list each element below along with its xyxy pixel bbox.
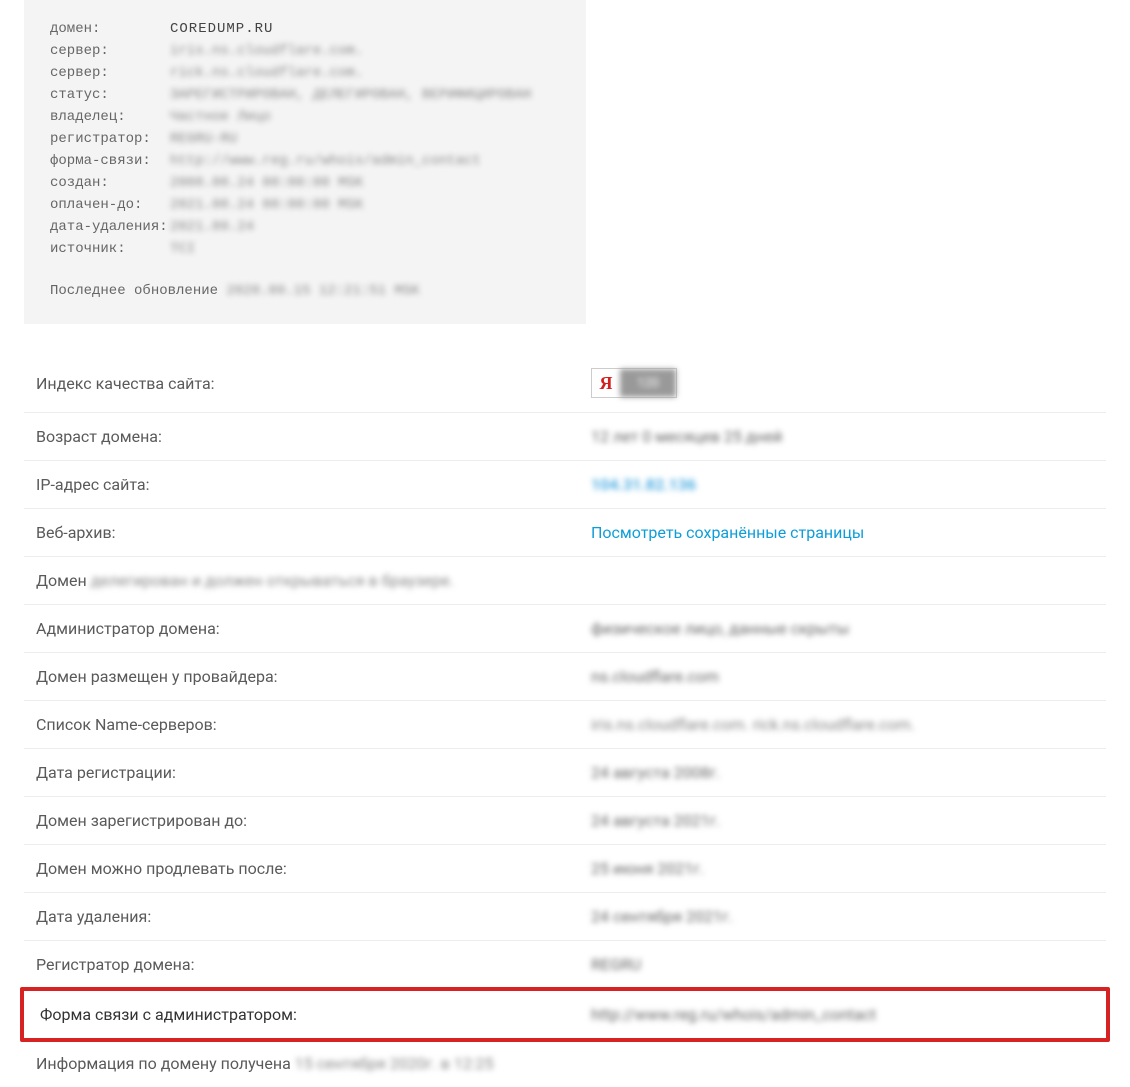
- label-ns: Список Name-серверов:: [36, 715, 591, 734]
- whois-row-status: статус: ЗАРЕГИСТРИРОВАН, ДЕЛЕГИРОВАН, ВЕ…: [50, 84, 560, 106]
- value-ns: iris.ns.cloudflare.com. rick.ns.cloudfla…: [591, 715, 1094, 734]
- whois-footer: Последнее обновление 2020.09.15 12:21:51…: [50, 280, 560, 302]
- row-provider: Домен размещен у провайдера: ns.cloudfla…: [24, 653, 1106, 701]
- whois-value: iris.ns.cloudflare.com.: [170, 40, 363, 62]
- domain-info-table: Индекс качества сайта: Я 120 Возраст дом…: [24, 354, 1106, 1087]
- row-archive: Веб-архив: Посмотреть сохранённые страни…: [24, 509, 1106, 557]
- whois-label: дата-удаления:: [50, 216, 170, 238]
- archive-link[interactable]: Посмотреть сохранённые страницы: [591, 523, 864, 542]
- yandex-quality-number: 120: [620, 369, 676, 397]
- row-ns: Список Name-серверов: iris.ns.cloudflare…: [24, 701, 1106, 749]
- whois-label: оплачен-до:: [50, 194, 170, 216]
- domain-status-value: делегирован и должен открываться в брауз…: [91, 571, 454, 590]
- row-domain-status: Домен делегирован и должен открываться в…: [24, 557, 1106, 605]
- value-reguntil: 24 августа 2021г.: [591, 811, 1094, 830]
- row-admin: Администратор домена: физическое лицо, д…: [24, 605, 1106, 653]
- whois-value: 2008.08.24 00:00:00 MSK: [170, 172, 363, 194]
- ns-value-2: rick.ns.cloudflare.com.: [753, 715, 915, 734]
- row-registrar: Регистратор домена: REGRU: [24, 941, 1106, 989]
- value-age: 12 лет 0 месяцев 25 дней: [591, 427, 1094, 446]
- row-ip: IP-адрес сайта: 104.31.82.136: [24, 461, 1106, 509]
- value-archive: Посмотреть сохранённые страницы: [591, 523, 1094, 542]
- label-deldate: Дата удаления:: [36, 907, 591, 926]
- whois-label: источник:: [50, 238, 170, 260]
- whois-value: ЗАРЕГИСТРИРОВАН, ДЕЛЕГИРОВАН, ВЕРИФИЦИРО…: [170, 84, 531, 106]
- value-deldate: 24 сентября 2021г.: [591, 907, 1094, 926]
- whois-label: сервер:: [50, 40, 170, 62]
- row-renew: Домен можно продлевать после: 25 июня 20…: [24, 845, 1106, 893]
- row-age: Возраст домена: 12 лет 0 месяцев 25 дней: [24, 413, 1106, 461]
- whois-row-created: создан: 2008.08.24 00:00:00 MSK: [50, 172, 560, 194]
- whois-footer-prefix: Последнее обновление: [50, 283, 226, 299]
- label-obtained: Информация по домену получена 15 сентябр…: [36, 1054, 1094, 1073]
- whois-row-delete: дата-удаления: 2021.09.24: [50, 216, 560, 238]
- label-regdate: Дата регистрации:: [36, 763, 591, 782]
- whois-value-domain: COREDUMP.RU: [170, 18, 273, 40]
- value-registrar: REGRU: [591, 955, 1094, 974]
- row-reguntil: Домен зарегистрирован до: 24 августа 202…: [24, 797, 1106, 845]
- row-contact-form-highlighted: Форма связи с администратором: http://ww…: [20, 987, 1110, 1042]
- row-deldate: Дата удаления: 24 сентября 2021г.: [24, 893, 1106, 941]
- whois-value: 2021.09.24: [170, 216, 254, 238]
- label-provider: Домен размещен у провайдера:: [36, 667, 591, 686]
- ns-value-1: iris.ns.cloudflare.com.: [591, 715, 749, 734]
- domain-status-prefix: Домен: [36, 571, 91, 590]
- whois-label: владелец:: [50, 106, 170, 128]
- whois-row-source: источник: TCI: [50, 238, 560, 260]
- label-admin: Администратор домена:: [36, 619, 591, 638]
- label-contactform: Форма связи с администратором:: [40, 1005, 591, 1024]
- label-ip: IP-адрес сайта:: [36, 475, 591, 494]
- obtained-value: 15 сентября 2020г. в 12:25: [295, 1054, 494, 1073]
- whois-row-paid: оплачен-до: 2021.08.24 00:00:00 MSK: [50, 194, 560, 216]
- value-provider: ns.cloudflare.com: [591, 667, 1094, 686]
- whois-label: форма-связи:: [50, 150, 170, 172]
- whois-row-contact: форма-связи: http://www.reg.ru/whois/adm…: [50, 150, 560, 172]
- whois-value: 2021.08.24 00:00:00 MSK: [170, 194, 363, 216]
- value-regdate: 24 августа 2008г.: [591, 763, 1094, 782]
- whois-label: сервер:: [50, 62, 170, 84]
- value-ip: 104.31.82.136: [591, 475, 1094, 494]
- value-quality: Я 120: [591, 368, 1094, 398]
- whois-label: домен:: [50, 18, 170, 40]
- label-domain-status: Домен делегирован и должен открываться в…: [36, 571, 1094, 590]
- label-archive: Веб-архив:: [36, 523, 591, 542]
- whois-value: REGRU-RU: [170, 128, 237, 150]
- yandex-quality-badge: Я 120: [591, 368, 677, 398]
- obtained-prefix: Информация по домену получена: [36, 1054, 295, 1073]
- whois-row-server2: сервер: rick.ns.cloudflare.com.: [50, 62, 560, 84]
- whois-value: TCI: [170, 238, 195, 260]
- whois-row-domain: домен: COREDUMP.RU: [50, 18, 560, 40]
- row-obtained: Информация по домену получена 15 сентябр…: [24, 1040, 1106, 1087]
- whois-label: создан:: [50, 172, 170, 194]
- yandex-logo-icon: Я: [592, 369, 620, 397]
- row-regdate: Дата регистрации: 24 августа 2008г.: [24, 749, 1106, 797]
- whois-row-server1: сервер: iris.ns.cloudflare.com.: [50, 40, 560, 62]
- whois-row-owner: владелец: Частное Лицо: [50, 106, 560, 128]
- whois-value: Частное Лицо: [170, 106, 271, 128]
- label-renew: Домен можно продлевать после:: [36, 859, 591, 878]
- ip-link[interactable]: 104.31.82.136: [591, 475, 696, 494]
- whois-row-registrar: регистратор: REGRU-RU: [50, 128, 560, 150]
- whois-footer-value: 2020.09.15 12:21:51 MSK: [226, 283, 419, 299]
- row-quality: Индекс качества сайта: Я 120: [24, 354, 1106, 413]
- label-quality: Индекс качества сайта:: [36, 374, 591, 393]
- whois-label: статус:: [50, 84, 170, 106]
- whois-label: регистратор:: [50, 128, 170, 150]
- whois-panel: домен: COREDUMP.RU сервер: iris.ns.cloud…: [24, 0, 586, 324]
- label-age: Возраст домена:: [36, 427, 591, 446]
- value-admin: физическое лицо, данные скрыты: [591, 619, 1094, 638]
- whois-value: rick.ns.cloudflare.com.: [170, 62, 363, 84]
- value-renew: 25 июня 2021г.: [591, 859, 1094, 878]
- label-reguntil: Домен зарегистрирован до:: [36, 811, 591, 830]
- value-contactform: http://www.reg.ru/whois/admin_contact: [591, 1005, 1090, 1024]
- whois-value: http://www.reg.ru/whois/admin_contact: [170, 150, 481, 172]
- label-registrar: Регистратор домена:: [36, 955, 591, 974]
